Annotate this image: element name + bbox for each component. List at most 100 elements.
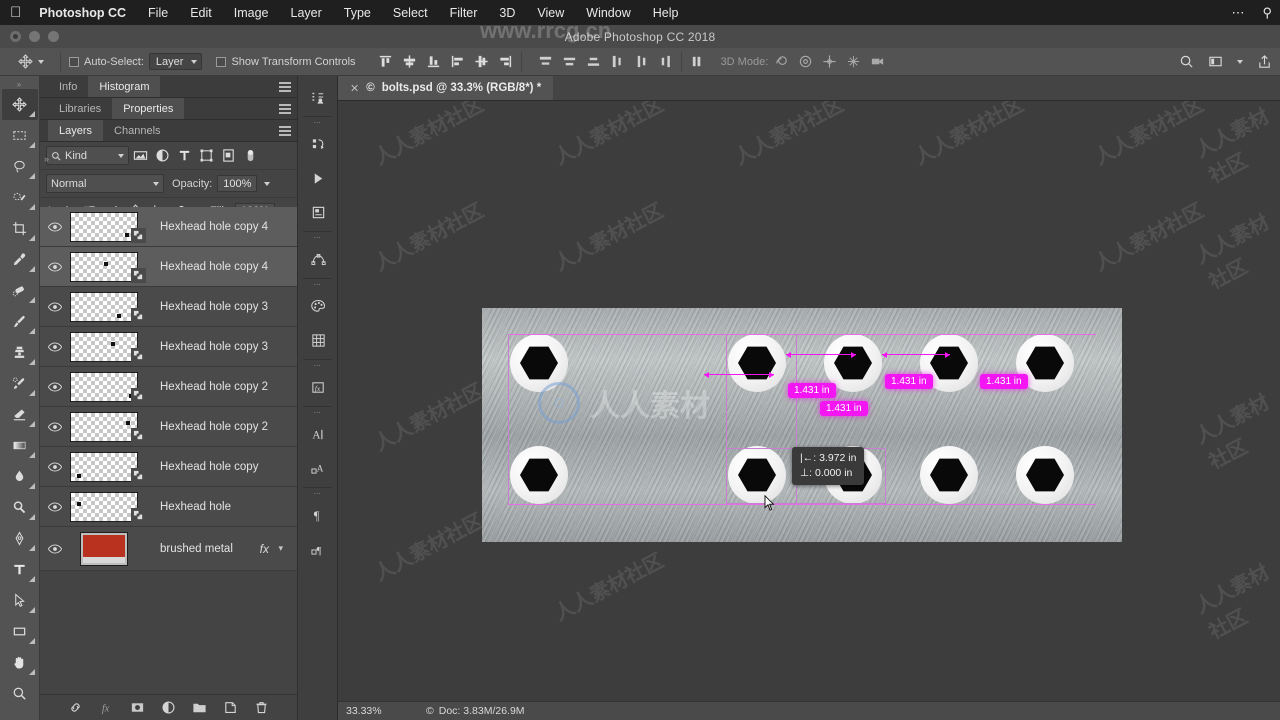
dock-grip[interactable]: ⋯ [298, 234, 337, 242]
panel-icon-history[interactable] [298, 195, 338, 229]
link-layers-icon[interactable] [68, 700, 83, 715]
bolt-hexhead[interactable] [510, 446, 568, 504]
current-tool-selector[interactable] [0, 54, 52, 69]
table-row[interactable]: brushed metal fx ▾ [40, 527, 297, 571]
table-row[interactable]: Hexhead hole copy 4 [40, 247, 297, 287]
align-horizontal-centers-icon[interactable] [474, 54, 489, 69]
bolt-hexhead[interactable] [510, 334, 568, 392]
layer-visibility-toggle[interactable] [40, 381, 70, 392]
tab-info[interactable]: Info [48, 76, 89, 97]
pan-3d-icon[interactable] [822, 54, 837, 69]
align-left-edges-icon[interactable] [450, 54, 465, 69]
menu-item-help[interactable]: Help [653, 6, 679, 20]
layer-style-icon[interactable]: fx [99, 700, 114, 715]
control-center-icon[interactable]: ⋯ [1231, 5, 1244, 21]
slide-3d-icon[interactable] [846, 54, 861, 69]
tool-lasso[interactable] [2, 151, 38, 182]
layer-name[interactable]: Hexhead hole copy 4 [160, 261, 268, 273]
layer-visibility-toggle[interactable] [40, 543, 70, 554]
document-info[interactable]: © Doc: 3.83M/26.9M [426, 705, 525, 717]
artwork-canvas[interactable]: 1.431 in 1.431 in 1.431 in 1.431 in |←: … [482, 308, 1122, 542]
chevron-down-icon[interactable] [1237, 59, 1243, 64]
tool-eraser[interactable] [2, 399, 38, 430]
layer-filter-toggle[interactable] [239, 146, 261, 165]
zoom-level[interactable]: 33.33% [338, 705, 404, 717]
menu-item-select[interactable]: Select [393, 6, 428, 20]
layer-visibility-toggle[interactable] [40, 261, 70, 272]
dock-grip[interactable]: ⋯ [298, 490, 337, 498]
tool-healing-brush[interactable] [2, 275, 38, 306]
distribute-right-edges-icon[interactable] [658, 54, 673, 69]
document-tab[interactable]: ✕ © bolts.psd @ 33.3% (RGB/8*) * [338, 76, 554, 100]
tool-crop[interactable] [2, 213, 38, 244]
dock-grip[interactable]: ⋯ [298, 281, 337, 289]
tool-brush[interactable] [2, 306, 38, 337]
layer-name[interactable]: Hexhead hole copy 3 [160, 341, 268, 353]
menu-item-image[interactable]: Image [234, 6, 269, 20]
bolt-hexhead[interactable] [728, 334, 786, 392]
delete-layer-icon[interactable] [254, 700, 269, 715]
tool-preset-chevron-icon[interactable] [38, 59, 44, 64]
table-row[interactable]: Hexhead hole [40, 487, 297, 527]
panel-icon-paths[interactable] [298, 242, 338, 276]
auto-select-group[interactable]: Auto-Select: Layer [69, 53, 203, 70]
panel-menu-icon[interactable] [279, 104, 291, 116]
menu-item-window[interactable]: Window [586, 6, 630, 20]
distribute-vertical-centers-icon[interactable] [562, 54, 577, 69]
close-icon[interactable]: ✕ [350, 82, 359, 95]
layer-name[interactable]: Hexhead hole [160, 501, 231, 513]
layer-thumbnail[interactable] [70, 371, 146, 403]
panel-icon-character[interactable]: A [298, 417, 338, 451]
share-icon[interactable] [1257, 54, 1272, 69]
adjustment-layer-icon[interactable] [161, 700, 176, 715]
layer-name[interactable]: Hexhead hole copy [160, 461, 258, 473]
menu-item-filter[interactable]: Filter [450, 6, 478, 20]
layer-visibility-toggle[interactable] [40, 341, 70, 352]
tab-layers[interactable]: Layers [48, 120, 104, 141]
menu-item-layer[interactable]: Layer [291, 6, 322, 20]
panel-icon-styles[interactable] [298, 127, 338, 161]
distribute-top-edges-icon[interactable] [538, 54, 553, 69]
tab-histogram[interactable]: Histogram [88, 76, 161, 97]
rotate-3d-icon[interactable] [774, 54, 789, 69]
filter-smart-objects-button[interactable] [217, 146, 239, 165]
tool-move[interactable] [1, 89, 38, 120]
tool-clone-stamp[interactable] [2, 337, 38, 368]
tool-blur[interactable] [2, 461, 38, 492]
tool-rectangle[interactable] [2, 616, 38, 647]
layer-filter-kind-dropdown[interactable]: Kind [46, 146, 129, 165]
tab-libraries[interactable]: Libraries [48, 98, 113, 119]
table-row[interactable]: Hexhead hole copy 3 [40, 287, 297, 327]
layer-thumbnail[interactable] [70, 451, 146, 483]
tool-dodge[interactable] [2, 492, 38, 523]
tool-history-brush[interactable] [2, 368, 38, 399]
layer-thumbnail[interactable] [70, 291, 146, 323]
panel-icon-character-styles[interactable]: A [298, 451, 338, 485]
panel-icon-actions[interactable] [298, 161, 338, 195]
filter-pixel-layers-button[interactable] [129, 146, 151, 165]
menu-item-edit[interactable]: Edit [190, 6, 212, 20]
opacity-chevron-down-icon[interactable] [264, 181, 271, 186]
tool-type[interactable] [2, 554, 38, 585]
distribute-left-edges-icon[interactable] [610, 54, 625, 69]
tool-hand[interactable] [2, 647, 38, 678]
distribute-horizontal-centers-icon[interactable] [634, 54, 649, 69]
search-icon[interactable] [1179, 54, 1194, 69]
menu-app-name[interactable]: Photoshop CC [39, 6, 126, 20]
distribute-spacing-icon[interactable] [690, 54, 705, 69]
tool-zoom[interactable] [2, 678, 38, 709]
layer-mask-icon[interactable] [130, 700, 145, 715]
layer-name[interactable]: Hexhead hole copy 4 [160, 221, 268, 233]
filter-type-layers-button[interactable] [173, 146, 195, 165]
bolt-hexhead[interactable] [1016, 446, 1074, 504]
blend-mode-dropdown[interactable]: Normal [46, 174, 164, 193]
panel-icon-paragraph-styles[interactable]: ¶ [298, 532, 338, 566]
tool-eyedropper[interactable] [2, 244, 38, 275]
layer-effects-icon[interactable]: fx [260, 542, 269, 556]
show-transform-group[interactable]: Show Transform Controls [216, 56, 356, 68]
table-row[interactable]: Hexhead hole copy 2 [40, 407, 297, 447]
workspace-icon[interactable] [1208, 54, 1223, 69]
tool-path-selection[interactable] [2, 585, 38, 616]
layers-list[interactable]: Hexhead hole copy 4 Hexhead hole copy 4 [40, 207, 297, 665]
layer-name[interactable]: Hexhead hole copy 2 [160, 381, 268, 393]
